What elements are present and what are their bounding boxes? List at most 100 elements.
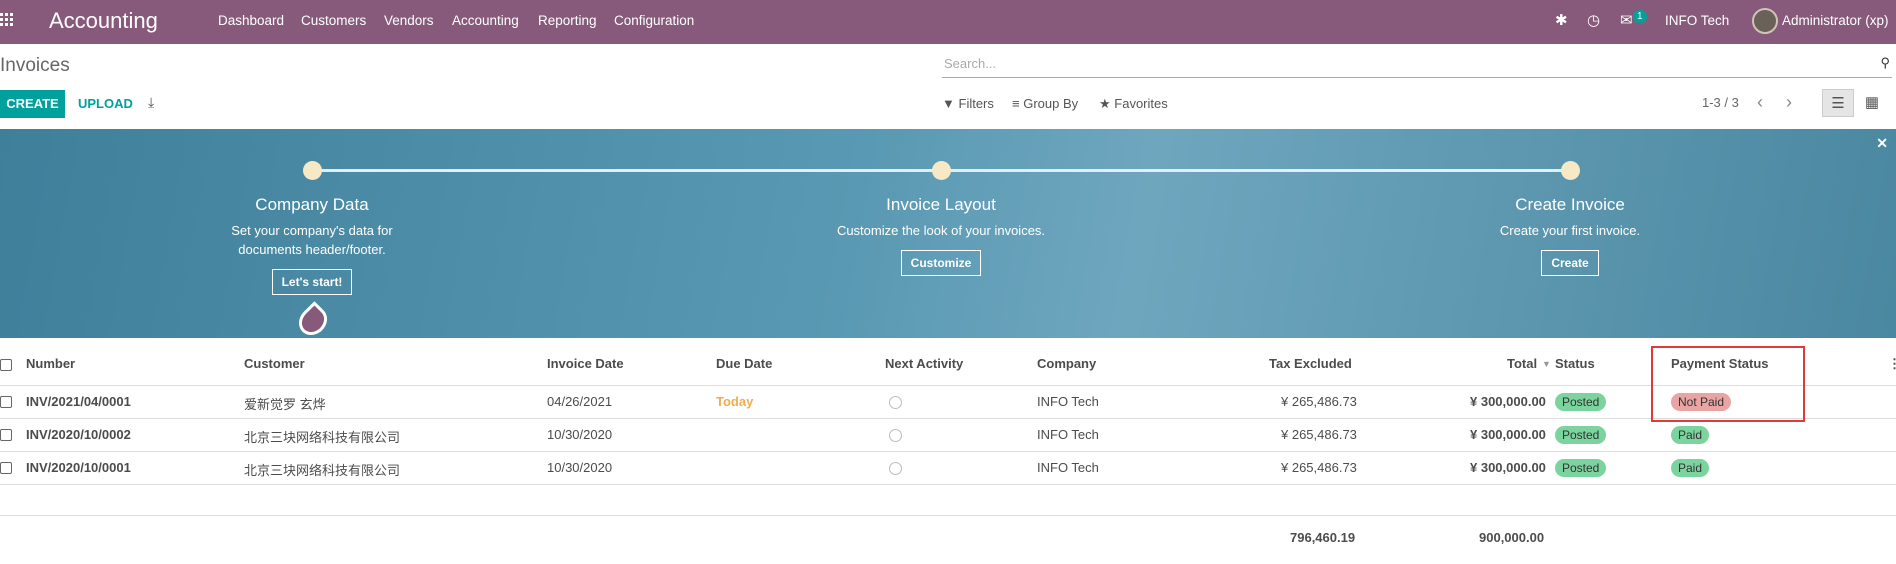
step-title: Company Data <box>255 195 369 214</box>
col-invoice-date[interactable]: Invoice Date <box>547 356 624 371</box>
status-badge: Posted <box>1555 426 1607 444</box>
cell-customer: 爱新觉罗 玄烨 <box>244 397 326 412</box>
chevron-right-icon[interactable]: › <box>1786 92 1792 113</box>
chat-icon[interactable]: ✉ <box>1620 0 1633 44</box>
activity-clock-icon[interactable] <box>889 462 902 475</box>
select-all-checkbox[interactable] <box>0 359 12 371</box>
menu-vendors[interactable]: Vendors <box>384 0 434 44</box>
search-input[interactable]: Search... ⚲ <box>942 53 1892 78</box>
menu-reporting[interactable]: Reporting <box>538 0 597 44</box>
bug-icon[interactable]: ✱ <box>1555 0 1568 44</box>
list-icon: ≡ <box>1012 96 1020 111</box>
app-menu-icon[interactable] <box>0 0 18 44</box>
avatar[interactable] <box>1752 8 1778 34</box>
cell-tax-excluded: ¥ 265,486.73 <box>1281 394 1357 409</box>
create-step-button[interactable]: Create <box>1541 250 1599 276</box>
step-title: Invoice Layout <box>886 195 996 214</box>
cell-due-date: Today <box>716 394 754 409</box>
menu-dashboard[interactable]: Dashboard <box>218 0 284 44</box>
menu-configuration[interactable]: Configuration <box>614 0 694 44</box>
cell-number: INV/2020/10/0001 <box>26 460 131 475</box>
cell-number: INV/2020/10/0002 <box>26 427 131 442</box>
row-checkbox[interactable] <box>0 429 12 441</box>
table-row[interactable]: INV/2021/04/0001 爱新觉罗 玄烨 04/26/2021 Toda… <box>0 386 1896 419</box>
col-status[interactable]: Status <box>1555 356 1595 371</box>
cell-invoice-date: 10/30/2020 <box>547 460 613 475</box>
cell-tax-excluded: ¥ 265,486.73 <box>1281 460 1357 475</box>
close-icon[interactable]: ✕ <box>1876 135 1888 152</box>
step-title: Create Invoice <box>1515 195 1625 214</box>
create-button[interactable]: CREATE <box>0 90 65 118</box>
cell-tax-excluded: ¥ 265,486.73 <box>1281 427 1357 442</box>
clock-icon[interactable]: ◷ <box>1587 0 1600 44</box>
customize-button[interactable]: Customize <box>900 250 982 276</box>
cell-number: INV/2021/04/0001 <box>26 394 131 409</box>
step-dot-1 <box>303 161 322 180</box>
filter-icon: ▼ <box>942 96 955 111</box>
table-header: Number Customer Invoice Date Due Date Ne… <box>0 344 1896 386</box>
col-due-date[interactable]: Due Date <box>716 356 772 371</box>
step-dot-3 <box>1561 161 1580 180</box>
filters-button[interactable]: ▼ Filters <box>942 96 994 111</box>
col-total[interactable]: Total <box>1507 356 1537 371</box>
star-icon: ★ <box>1099 96 1111 111</box>
search-placeholder: Search... <box>944 56 997 71</box>
cell-invoice-date: 04/26/2021 <box>547 394 613 409</box>
app-brand[interactable]: Accounting <box>49 0 158 44</box>
payment-status-highlight <box>1651 346 1805 422</box>
step-company-data: Company Data Set your company's data for… <box>132 195 492 295</box>
step-desc: Create your first invoice. <box>1499 223 1641 238</box>
cell-customer: 北京三块网络科技有限公司 <box>244 463 401 478</box>
user-menu[interactable]: Administrator (xp) <box>1782 0 1889 44</box>
cell-company: INFO Tech <box>1037 427 1099 442</box>
step-create-invoice: Create Invoice Create your first invoice… <box>1390 195 1750 276</box>
chevron-left-icon[interactable]: ‹ <box>1757 92 1763 113</box>
column-options-icon[interactable]: ⋮ <box>1888 356 1896 372</box>
status-badge: Posted <box>1555 459 1607 477</box>
cell-total: ¥ 300,000.00 <box>1470 394 1546 409</box>
step-invoice-layout: Invoice Layout Customize the look of you… <box>761 195 1121 276</box>
table-footer-totals: 796,460.19 900,000.00 <box>0 515 1896 558</box>
payment-status-badge: Paid <box>1671 459 1710 477</box>
top-navbar: Accounting Dashboard Customers Vendors A… <box>0 0 1896 44</box>
status-badge: Posted <box>1555 393 1607 411</box>
favorites-button[interactable]: ★ Favorites <box>1099 96 1168 112</box>
col-customer[interactable]: Customer <box>244 356 305 371</box>
group-by-button[interactable]: ≡ Group By <box>1012 96 1078 111</box>
activity-clock-icon[interactable] <box>889 396 902 409</box>
col-next-activity[interactable]: Next Activity <box>885 356 963 371</box>
step-desc: Set your company's data for documents hea… <box>231 223 393 257</box>
search-icon[interactable]: ⚲ <box>1880 55 1890 71</box>
row-checkbox[interactable] <box>0 396 12 408</box>
col-tax-excluded[interactable]: Tax Excluded <box>1269 356 1352 371</box>
message-count-badge: 1 <box>1633 10 1647 23</box>
favorites-label: Favorites <box>1114 96 1168 111</box>
cell-total: ¥ 300,000.00 <box>1470 460 1546 475</box>
company-switcher[interactable]: INFO Tech <box>1665 0 1729 44</box>
total-tax-excluded: 796,460.19 <box>1290 530 1356 545</box>
menu-accounting[interactable]: Accounting <box>452 0 519 44</box>
lets-start-button[interactable]: Let's start! <box>271 269 353 295</box>
list-view-button[interactable]: ☰ <box>1822 89 1854 117</box>
download-icon[interactable]: ⤓ <box>148 94 154 111</box>
step-dot-2 <box>932 161 951 180</box>
pager-value[interactable]: 1-3 / 3 <box>1702 95 1739 110</box>
row-checkbox[interactable] <box>0 462 12 474</box>
upload-button[interactable]: UPLOAD <box>78 90 133 118</box>
col-number[interactable]: Number <box>26 356 75 371</box>
cell-customer: 北京三块网络科技有限公司 <box>244 430 401 445</box>
table-row[interactable]: INV/2020/10/0002 北京三块网络科技有限公司 10/30/2020… <box>0 419 1896 452</box>
col-company[interactable]: Company <box>1037 356 1096 371</box>
sort-caret-icon: ▼ <box>1542 359 1551 369</box>
kanban-view-button[interactable]: ▦ <box>1856 89 1888 117</box>
table-row[interactable]: INV/2020/10/0001 北京三块网络科技有限公司 10/30/2020… <box>0 452 1896 485</box>
cell-company: INFO Tech <box>1037 460 1099 475</box>
filters-label: Filters <box>958 96 994 111</box>
menu-customers[interactable]: Customers <box>301 0 366 44</box>
cell-total: ¥ 300,000.00 <box>1470 427 1546 442</box>
payment-status-badge: Paid <box>1671 426 1710 444</box>
page-title: Invoices <box>0 55 70 76</box>
activity-clock-icon[interactable] <box>889 429 902 442</box>
onboarding-banner: Company Data Set your company's data for… <box>0 129 1896 338</box>
step-marker-icon <box>293 301 333 338</box>
